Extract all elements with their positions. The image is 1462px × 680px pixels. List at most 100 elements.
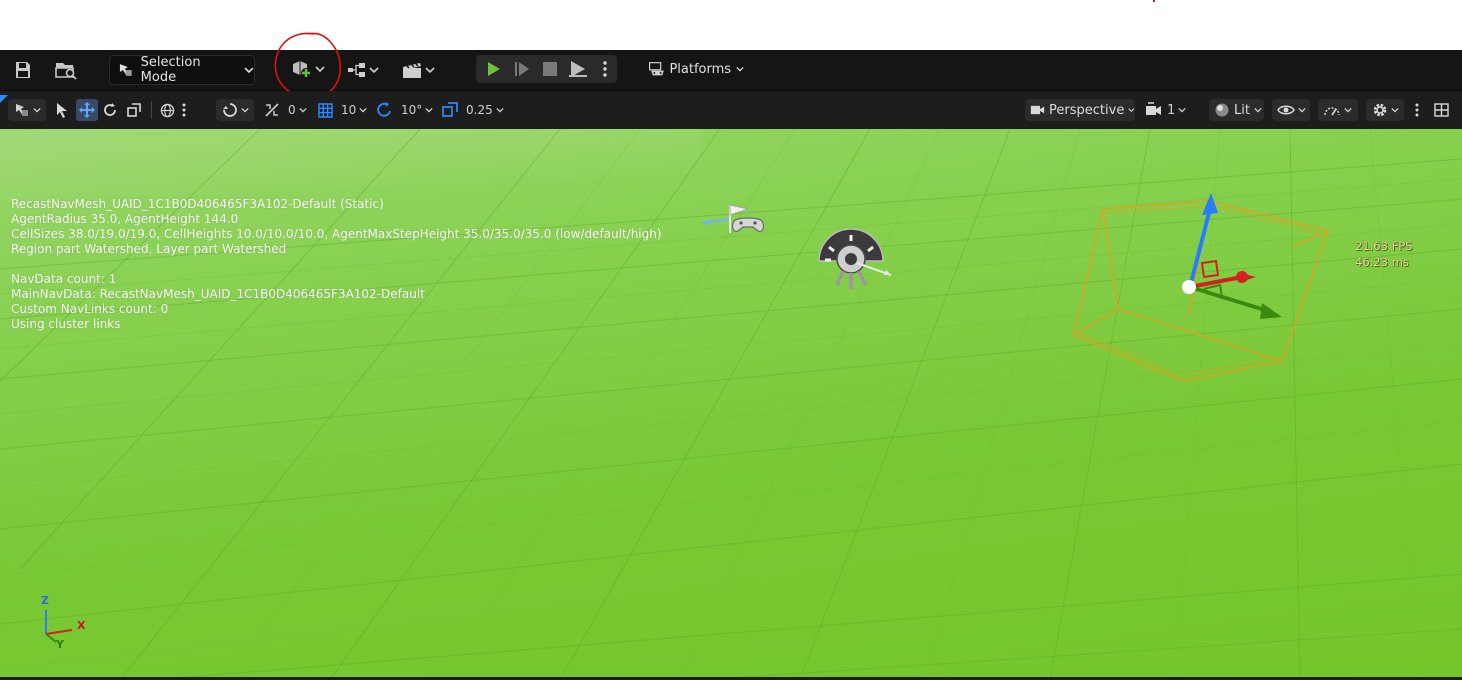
perspective-dropdown[interactable]: Perspective (1025, 99, 1135, 121)
gauge-icon (1324, 107, 1340, 116)
viewport-options-icon (16, 104, 28, 116)
chevron-down-icon (1344, 107, 1352, 113)
rotate-icon (104, 103, 116, 116)
grid-snap-label: 10 (341, 103, 357, 117)
stop-button[interactable] (537, 57, 563, 81)
level-viewport[interactable]: RecastNavMesh_UAID_1C1B0D406465F3A102-De… (0, 129, 1462, 680)
chevron-down-icon (496, 107, 504, 113)
chevron-down-icon (33, 107, 41, 113)
scale-snap-icon (442, 102, 458, 117)
rotate-tool-button[interactable] (102, 100, 120, 120)
angle-snap-label: 10° (401, 103, 423, 117)
translate-tool-button[interactable] (76, 99, 98, 121)
content-browser-button[interactable] (52, 58, 80, 82)
angle-snap-toggle[interactable] (376, 100, 394, 120)
viewport-tab-marker (0, 95, 8, 103)
selected-actor-gizmo[interactable] (1070, 189, 1330, 389)
player-start-icon[interactable] (700, 199, 770, 239)
scale-icon (127, 103, 141, 117)
eye-icon (1277, 105, 1295, 115)
rotation-snap-value[interactable]: 0 (288, 100, 307, 120)
angle-snap-icon (377, 102, 391, 117)
annotation-dot (1153, 0, 1155, 2)
eject-icon (569, 61, 587, 77)
debug-line: CellSizes 38.0/19.0/19.0, CellHeights 10… (11, 227, 662, 241)
chevron-down-icon (359, 107, 367, 113)
play-button[interactable] (480, 57, 506, 81)
eject-button[interactable] (565, 57, 591, 81)
globe-icon (160, 103, 175, 117)
top-margin (0, 0, 1462, 50)
chevron-down-icon (1128, 108, 1135, 113)
platforms-icon (648, 62, 664, 76)
chevron-down-icon (736, 66, 744, 72)
grid-snap-value[interactable]: 10 (341, 100, 367, 120)
play-options-button[interactable] (596, 57, 614, 81)
save-icon (16, 62, 30, 78)
layout-grid-icon (1434, 103, 1449, 117)
more-options-icon (1415, 103, 1419, 117)
scale-snap-value[interactable]: 0.25 (466, 100, 504, 120)
debug-line: MainNavData: RecastNavMesh_UAID_1C1B0D40… (11, 287, 425, 301)
sky-light-icon[interactable] (815, 227, 895, 297)
cinematics-button[interactable] (398, 58, 438, 82)
more-options-icon (182, 103, 186, 117)
viewport-toolbar: 0 10 10° 0.25 Perspective 1 Lit (0, 91, 1462, 129)
advance-frame-button[interactable] (509, 57, 535, 81)
grid-snap-toggle[interactable] (317, 100, 334, 120)
advance-frame-icon (515, 62, 529, 76)
viewport-options-button[interactable] (8, 99, 46, 121)
translate-icon (79, 102, 95, 118)
chevron-down-icon (244, 67, 254, 74)
chevron-down-icon (1178, 107, 1186, 113)
platforms-button[interactable]: Platforms (644, 57, 744, 81)
blueprints-button[interactable] (344, 58, 382, 82)
chevron-down-icon (425, 107, 433, 113)
rotation-snap-icon (265, 103, 279, 117)
main-toolbar: Selection Mode Platforms (0, 32, 1462, 99)
lit-mode-dropdown[interactable]: Lit (1209, 99, 1264, 121)
chevron-down-icon (1298, 107, 1306, 113)
camera-icon (1030, 105, 1045, 115)
debug-line: Custom NavLinks count: 0 (11, 302, 169, 316)
viewport-settings-button[interactable] (1366, 99, 1404, 121)
surface-snapping-button[interactable] (216, 99, 254, 121)
debug-line: RecastNavMesh_UAID_1C1B0D406465F3A102-De… (11, 197, 384, 211)
save-button[interactable] (10, 58, 36, 82)
axis-x-label: X (77, 619, 86, 632)
cursor-icon (57, 103, 67, 118)
coordinate-system-button[interactable] (160, 100, 178, 120)
camera-speed-button[interactable]: 1 (1145, 100, 1186, 120)
gear-icon (1373, 103, 1387, 117)
lit-sphere-icon (1215, 103, 1229, 117)
rotation-snap-toggle[interactable] (263, 100, 281, 120)
transform-options-button[interactable] (182, 100, 192, 120)
angle-snap-value[interactable]: 10° (401, 100, 433, 120)
scale-tool-button[interactable] (126, 100, 144, 120)
platforms-label: Platforms (669, 61, 732, 77)
debug-line: AgentRadius 35.0, AgentHeight 144.0 (11, 212, 239, 226)
navmesh-debug-text: RecastNavMesh_UAID_1C1B0D406465F3A102-De… (11, 197, 662, 332)
frame-time-value: 46.23 ms (1355, 255, 1409, 269)
rotation-snap-label: 0 (288, 103, 296, 117)
chevron-down-icon (298, 107, 307, 113)
fps-value: 21.63 FPS (1355, 239, 1413, 253)
viewport-layout-button[interactable] (1434, 100, 1452, 120)
show-flags-button[interactable] (1272, 99, 1310, 121)
performance-button[interactable] (1318, 99, 1358, 121)
content-browser-icon (55, 63, 77, 80)
selection-mode-dropdown[interactable]: Selection Mode (109, 55, 255, 85)
select-tool-button[interactable] (55, 100, 73, 120)
scale-snap-toggle[interactable] (441, 100, 459, 120)
axis-y-label: Y (56, 638, 64, 651)
play-icon (488, 62, 500, 76)
chevron-down-icon (1391, 107, 1399, 113)
perspective-label: Perspective (1049, 102, 1125, 118)
chevron-down-icon (241, 107, 249, 113)
grid-snap-icon (318, 102, 333, 118)
lit-mode-label: Lit (1234, 102, 1250, 118)
more-options-icon (603, 61, 607, 77)
fps-stats: 21.63 FPS 46.23 ms (1355, 238, 1412, 270)
viewport-more-button[interactable] (1415, 100, 1423, 120)
selection-mode-label: Selection Mode (140, 55, 201, 85)
